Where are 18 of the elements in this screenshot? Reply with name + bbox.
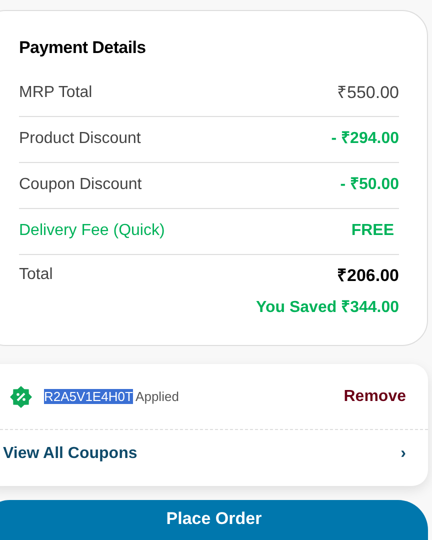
- discount-badge-icon: [10, 386, 32, 408]
- total-value: ₹206.00: [337, 264, 399, 286]
- row-label: MRP Total: [19, 83, 92, 103]
- row-label: Product Discount: [19, 129, 141, 149]
- chevron-button[interactable]: ›: [400, 442, 406, 466]
- row-label: Coupon Discount: [19, 175, 142, 195]
- row-value: - ₹50.00: [340, 175, 399, 195]
- remove-button[interactable]: Remove: [344, 384, 406, 408]
- view-all-coupons-link[interactable]: View All Coupons: [3, 442, 138, 466]
- coupon-applied-text: R2A5V1E4H0T Applied: [44, 388, 179, 406]
- row-value: - ₹294.00: [331, 129, 399, 149]
- savings-text: You Saved ₹344.00: [255, 298, 399, 318]
- place-order-button[interactable]: Place Order: [0, 500, 428, 540]
- row-label: Delivery Fee (Quick): [19, 221, 165, 241]
- row-value: ₹550.00: [337, 82, 399, 104]
- total-label: Total: [19, 264, 53, 284]
- section-title: Payment Details: [19, 37, 147, 59]
- row-value: FREE: [351, 221, 395, 241]
